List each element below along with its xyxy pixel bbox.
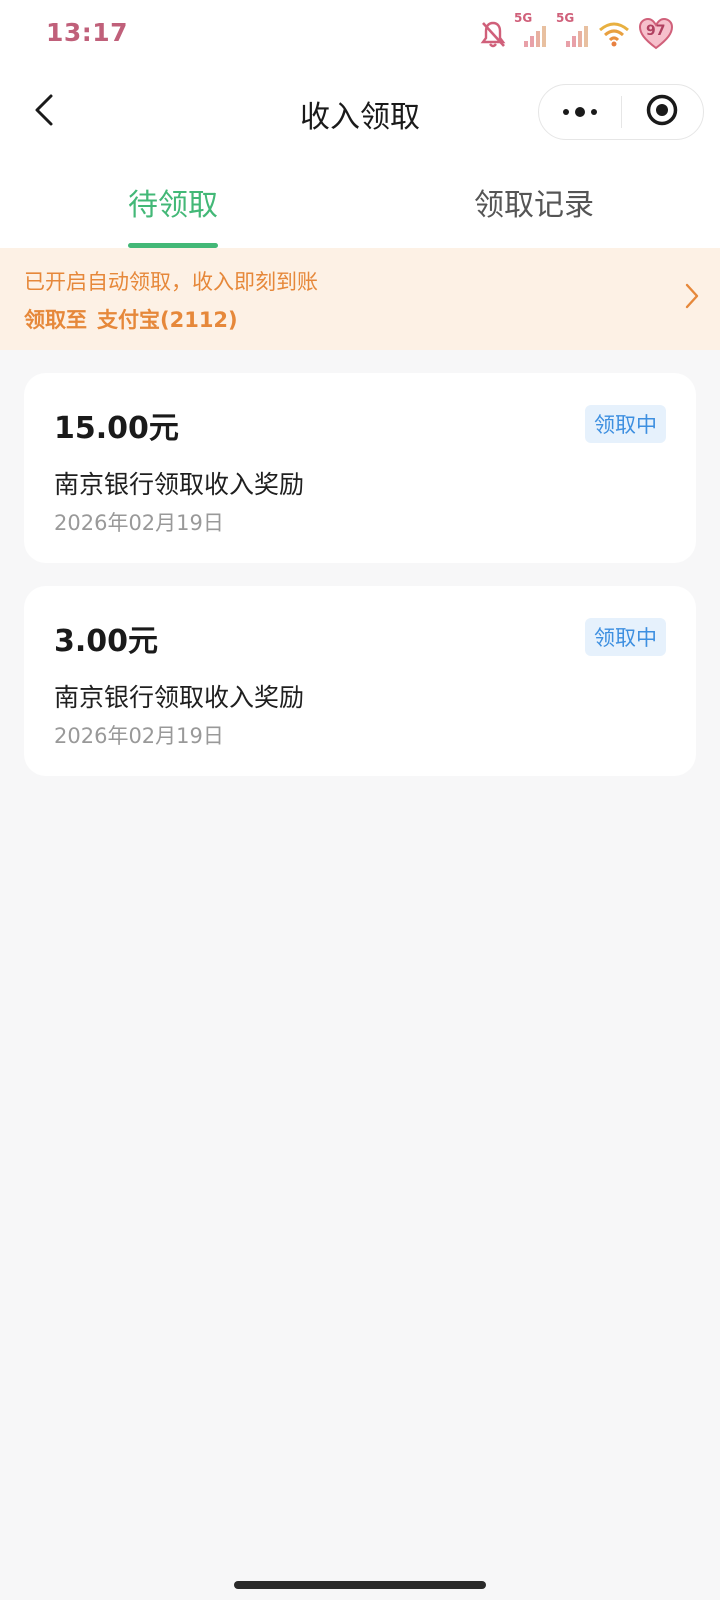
battery-heart-icon: 97 [638, 17, 674, 51]
wifi-icon [598, 20, 630, 48]
more-dots-icon [562, 103, 598, 122]
record-description: 南京银行领取收入奖励 [54, 683, 305, 712]
tab-bar: 待领取 领取记录 [0, 160, 720, 248]
banner-account-name: 支付宝(2112) [97, 308, 238, 332]
income-record-card[interactable]: 3.00元 领取中 南京银行领取收入奖励 2026年02月19日 [24, 586, 696, 776]
target-circle-icon [645, 93, 679, 131]
signal-network-label: 5G [514, 11, 533, 25]
auto-claim-banner[interactable]: 已开启自动领取，收入即刻到账 领取至 支付宝(2112) [0, 248, 720, 350]
record-date: 2026年02月19日 [54, 724, 224, 748]
status-badge: 领取中 [585, 405, 666, 443]
battery-level: 97 [646, 23, 666, 39]
record-description: 南京银行领取收入奖励 [54, 470, 305, 499]
banner-account-prefix: 领取至 [24, 308, 87, 332]
record-date: 2026年02月19日 [54, 511, 224, 535]
close-button[interactable] [622, 85, 704, 139]
screen: 13:17 5G 5G 97 收入领取 待领取 领取记录 已开启自动领取，收入即… [0, 0, 720, 1600]
mini-program-capsule [538, 84, 704, 140]
nav-bar: 收入领取 [0, 64, 720, 160]
signal-network-label: 5G [556, 11, 575, 25]
tab-records[interactable]: 领取记录 [474, 180, 594, 224]
status-bar: 13:17 5G 5G 97 [0, 0, 720, 64]
more-button[interactable] [539, 85, 621, 139]
status-icons: 5G 5G 97 [480, 11, 674, 54]
chevron-right-icon [684, 282, 700, 314]
banner-message: 已开启自动领取，收入即刻到账 [24, 270, 318, 294]
record-amount: 3.00元 [54, 624, 159, 659]
bell-muted-icon [480, 19, 506, 49]
status-time: 13:17 [46, 18, 129, 47]
status-badge: 领取中 [585, 618, 666, 656]
signal-icon: 5G [556, 11, 590, 49]
signal-icon: 5G [514, 11, 548, 49]
home-indicator[interactable] [234, 1581, 486, 1589]
record-amount: 15.00元 [54, 411, 179, 446]
banner-account-line: 领取至 支付宝(2112) [24, 304, 238, 334]
income-record-card[interactable]: 15.00元 领取中 南京银行领取收入奖励 2026年02月19日 [24, 373, 696, 563]
tab-pending[interactable]: 待领取 [128, 180, 218, 224]
